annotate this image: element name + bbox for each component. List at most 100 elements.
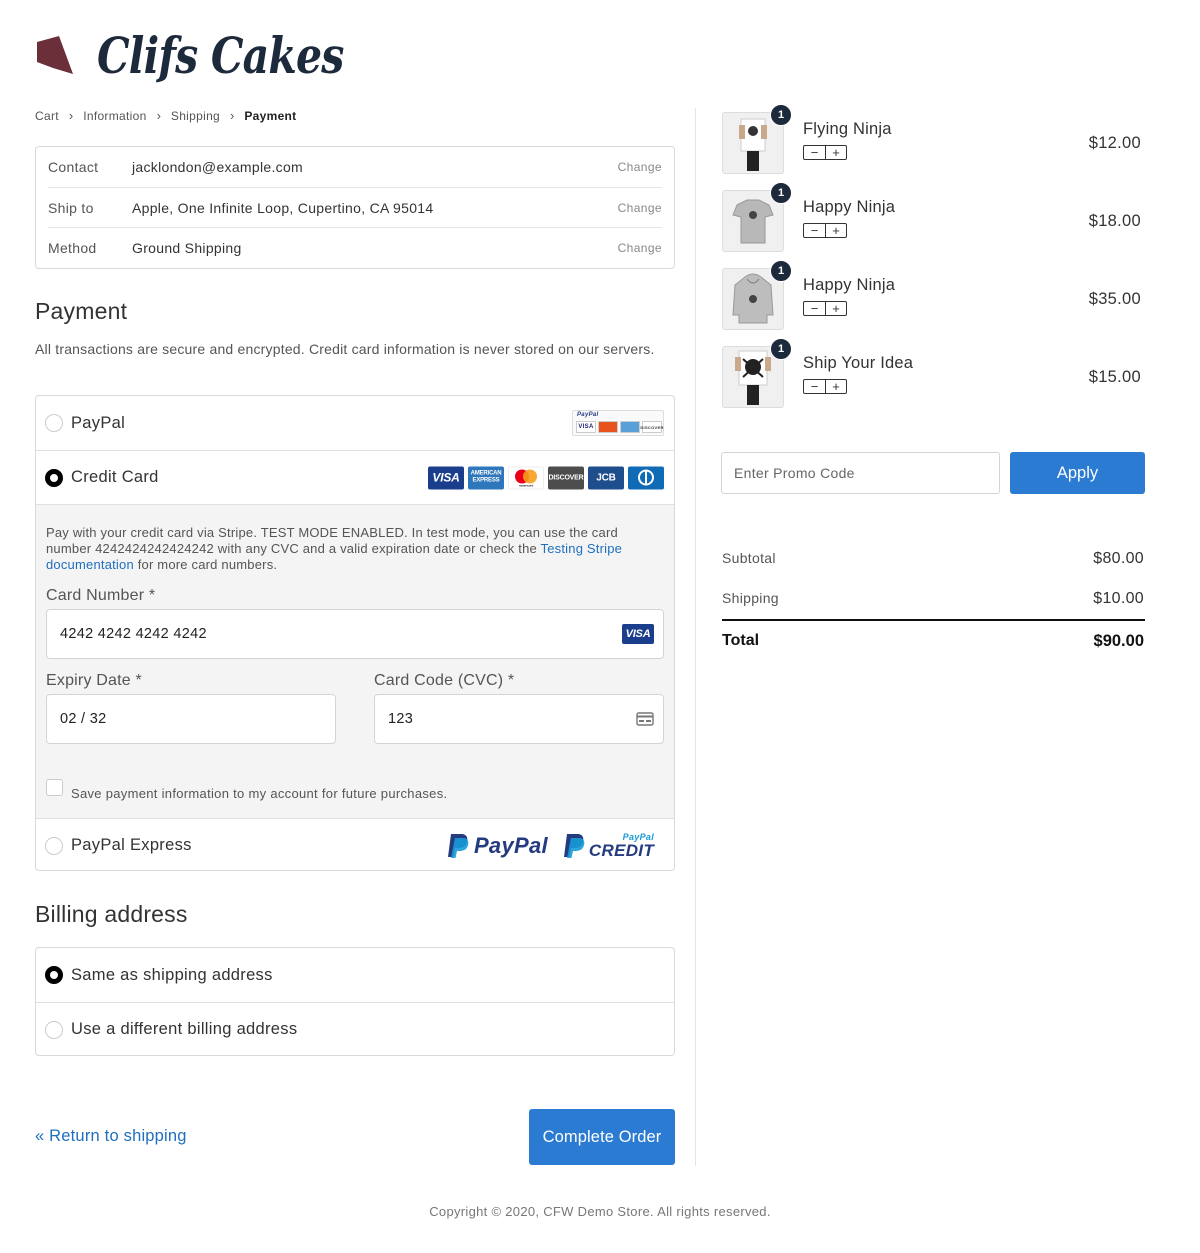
- billing-different-option[interactable]: Use a different billing address: [36, 1002, 674, 1055]
- cvc-card-icon: [636, 712, 654, 726]
- cart-item: 1 Happy Ninja − + $35.00: [722, 260, 1147, 330]
- paypal-express-logos: PayPal PayPal CREDIT: [446, 832, 654, 860]
- paypal-wordmark: PayPal: [473, 832, 548, 858]
- paypal-radio[interactable]: [45, 414, 63, 432]
- order-review-box: Contact jacklondon@example.com Change Sh…: [35, 146, 675, 269]
- paypal-logo: PayPal: [446, 833, 548, 859]
- visa-icon: VISA: [428, 466, 464, 489]
- review-label: Method: [48, 239, 97, 256]
- subtotal-value: $80.00: [1093, 550, 1144, 567]
- total-label: Total: [722, 632, 760, 649]
- quantity-stepper: − +: [803, 379, 847, 394]
- change-ship-to-link[interactable]: Change: [618, 201, 662, 215]
- quantity-badge: 1: [770, 260, 792, 282]
- footer-copyright: Copyright © 2020, CFW Demo Store. All ri…: [429, 1204, 771, 1219]
- item-name: Happy Ninja: [803, 276, 896, 294]
- complete-order-button[interactable]: Complete Order: [529, 1109, 675, 1165]
- decrease-quantity-button[interactable]: −: [804, 302, 825, 315]
- totals-divider: [722, 619, 1145, 621]
- review-ship-to-row: Ship to Apple, One Infinite Loop, Cupert…: [48, 187, 662, 227]
- discover-icon: DISCOVER: [548, 466, 584, 489]
- chevron-right-icon: ›: [68, 108, 74, 123]
- item-name: Happy Ninja: [803, 198, 896, 216]
- payment-option-label: PayPal Express: [71, 836, 192, 854]
- mastercard-text: mastercard: [519, 484, 534, 488]
- return-to-shipping-link[interactable]: « Return to shipping: [35, 1127, 187, 1146]
- chevron-right-icon: ›: [156, 108, 161, 123]
- mastercard-mini-icon: [598, 421, 618, 433]
- payment-option-paypal[interactable]: PayPal PayPal VISA DISCOVER: [36, 396, 674, 450]
- item-name: Flying Ninja: [803, 120, 892, 138]
- breadcrumb-cart[interactable]: Cart: [35, 109, 59, 123]
- payment-option-label: Credit Card: [71, 468, 159, 486]
- cvc-value: 123: [388, 711, 414, 727]
- chevron-right-icon: ›: [230, 108, 235, 123]
- decrease-quantity-button[interactable]: −: [804, 224, 825, 237]
- change-contact-link[interactable]: Change: [618, 160, 662, 174]
- billing-different-radio[interactable]: [45, 1020, 63, 1039]
- item-price: $12.00: [1088, 134, 1141, 152]
- expiry-input[interactable]: 02 / 32: [46, 694, 336, 744]
- quantity-badge: 1: [770, 338, 792, 360]
- subtotal-row: Subtotal $80.00: [722, 550, 1144, 568]
- visa-icon: VISA: [622, 624, 654, 644]
- diners-club-icon: [628, 466, 664, 489]
- payment-heading: Payment: [35, 298, 128, 324]
- apply-promo-button[interactable]: Apply: [1010, 452, 1145, 494]
- increase-quantity-button[interactable]: +: [825, 224, 846, 237]
- breadcrumb-information[interactable]: Information: [83, 109, 146, 123]
- review-value: Ground Shipping: [132, 239, 242, 256]
- item-name: Ship Your Idea: [803, 354, 914, 372]
- payment-option-label: PayPal: [71, 413, 126, 432]
- amex-mini-icon: [620, 421, 640, 433]
- increase-quantity-button[interactable]: +: [825, 146, 846, 159]
- paypal-credit-logo: PayPal CREDIT: [562, 832, 654, 860]
- jcb-icon: JCB: [588, 466, 624, 489]
- card-brand-logos: VISA AMERICAN EXPRESS mastercard DISCOVE…: [428, 466, 664, 489]
- quantity-badge: 1: [770, 182, 792, 204]
- card-number-value: 4242 4242 4242 4242: [60, 626, 207, 642]
- shipping-label: Shipping: [722, 590, 779, 606]
- paypal-mini-label: PayPal: [577, 412, 599, 418]
- increase-quantity-button[interactable]: +: [825, 302, 846, 315]
- breadcrumb: Cart › Information › Shipping › Payment: [35, 108, 296, 123]
- stripe-info-text: Pay with your credit card via Stripe. TE…: [46, 525, 664, 573]
- change-method-link[interactable]: Change: [618, 241, 662, 255]
- total-row: Total $90.00: [722, 632, 1144, 651]
- promo-code-input[interactable]: [721, 452, 1000, 494]
- shipping-value: $10.00: [1093, 590, 1144, 607]
- store-logo[interactable]: Clifs Cakes: [35, 26, 344, 88]
- billing-same-radio[interactable]: [45, 966, 63, 984]
- save-payment-label: Save payment information to my account f…: [71, 786, 448, 801]
- review-value: jacklondon@example.com: [132, 159, 304, 175]
- breadcrumb-shipping[interactable]: Shipping: [171, 109, 220, 123]
- review-contact-row: Contact jacklondon@example.com Change: [36, 147, 674, 187]
- credit-wordmark: CREDIT: [588, 840, 654, 860]
- mastercard-icon: mastercard: [508, 466, 544, 489]
- billing-option-label: Use a different billing address: [71, 1020, 298, 1038]
- stripe-info-after: for more card numbers.: [133, 557, 278, 572]
- quantity-stepper: − +: [803, 301, 847, 316]
- payment-option-paypal-express[interactable]: PayPal Express PayPal PayPal CREDIT: [36, 818, 674, 870]
- total-value: $90.00: [1093, 632, 1144, 650]
- paypal-express-radio[interactable]: [45, 836, 63, 855]
- decrease-quantity-button[interactable]: −: [804, 146, 825, 159]
- save-payment-checkbox[interactable]: [46, 779, 63, 796]
- card-number-label: Card Number *: [46, 587, 156, 604]
- paypal-acceptance-mark: PayPal VISA DISCOVER: [572, 410, 664, 436]
- cvc-input[interactable]: 123: [374, 694, 664, 744]
- increase-quantity-button[interactable]: +: [825, 380, 846, 393]
- payment-option-credit-card[interactable]: Credit Card VISA AMERICAN EXPRESS master…: [36, 450, 674, 504]
- shipping-row: Shipping $10.00: [722, 590, 1144, 608]
- billing-same-option[interactable]: Same as shipping address: [36, 948, 674, 1002]
- review-label: Ship to: [48, 199, 94, 216]
- card-number-input[interactable]: 4242 4242 4242 4242 VISA: [46, 609, 664, 659]
- breadcrumb-payment: Payment: [244, 108, 297, 123]
- save-payment-row[interactable]: Save payment information to my account f…: [46, 779, 664, 801]
- decrease-quantity-button[interactable]: −: [804, 380, 825, 393]
- expiry-label: Expiry Date *: [46, 672, 142, 689]
- stripe-info-before: Pay with your credit card via Stripe. TE…: [46, 525, 618, 556]
- cart-item: 1 Ship Your Idea − + $15.00: [722, 338, 1147, 408]
- credit-card-radio[interactable]: [45, 468, 63, 487]
- billing-option-label: Same as shipping address: [71, 965, 273, 984]
